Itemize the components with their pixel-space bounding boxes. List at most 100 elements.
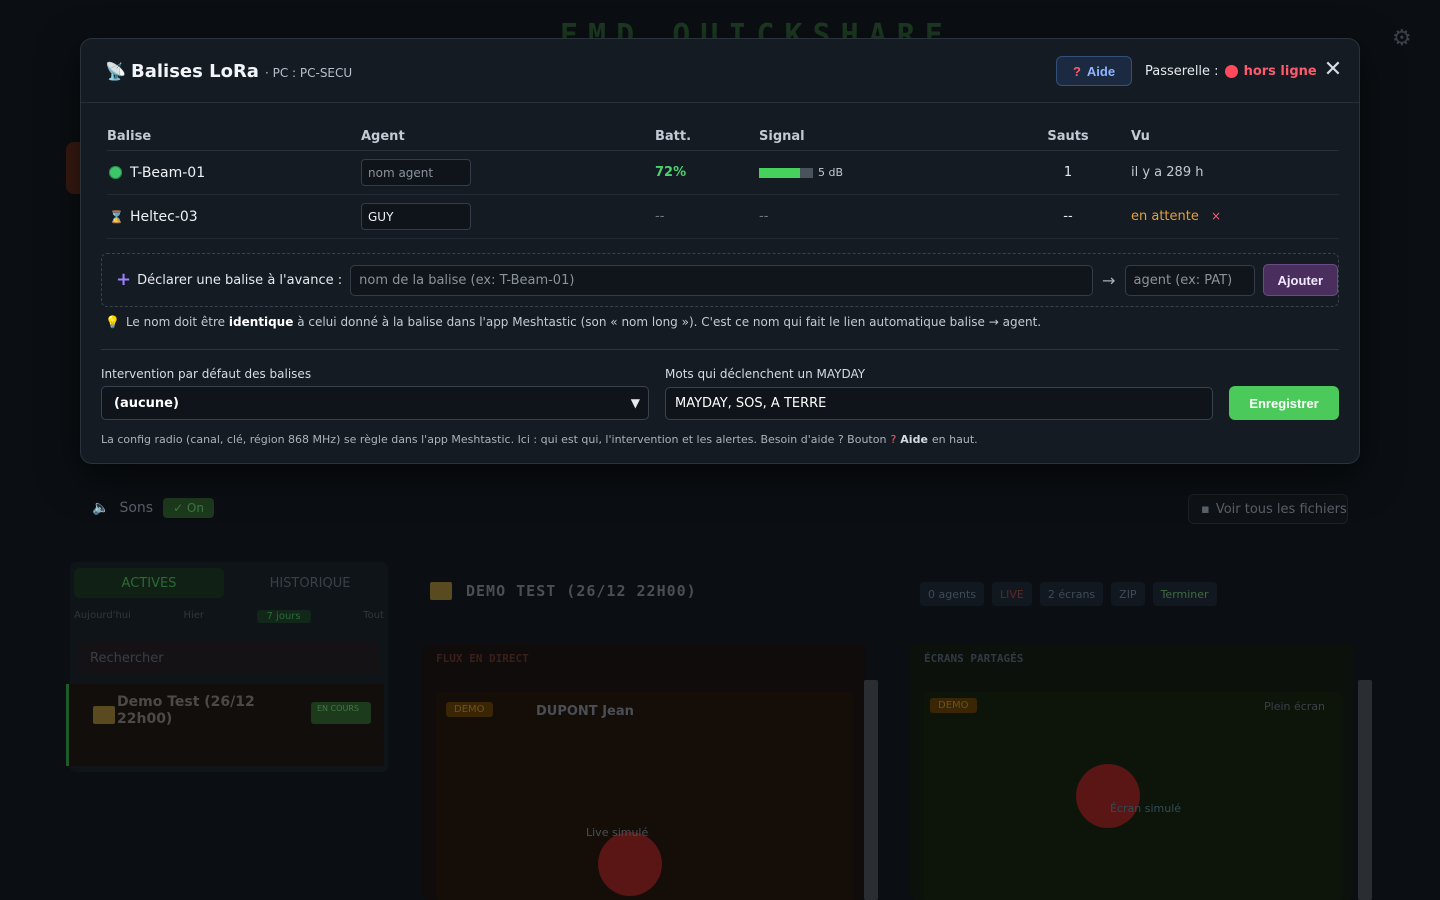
scrollbar[interactable] (1358, 680, 1372, 900)
session-search-input[interactable]: Rechercher (78, 642, 380, 674)
view-all-files-label: Voir tous les fichiers (1215, 501, 1347, 517)
beacons-table: Balise Agent Batt. Signal Sauts Vu T-Bea… (107, 123, 1339, 239)
gateway-label: Passerelle : (1145, 64, 1219, 79)
header-batt: Batt. (655, 129, 692, 144)
config-footnote: La config radio (canal, clé, région 868 … (101, 433, 978, 446)
gateway-status: Passerelle : hors ligne (1145, 64, 1317, 79)
header-signal: Signal (759, 129, 805, 144)
beacon-name: T-Beam-01 (130, 164, 206, 181)
beacon-name-input[interactable] (350, 264, 1093, 296)
footnote-text: La config radio (canal, clé, région 868 … (101, 433, 887, 446)
close-button[interactable]: ✕ (1323, 57, 1343, 83)
view-all-files-button[interactable]: ▪ Voir tous les fichiers (1188, 494, 1348, 524)
modal-title: 📡 Balises LoRa · PC : PC-SECU (105, 61, 352, 82)
table-header: Balise Agent Batt. Signal Sauts Vu (107, 123, 1339, 151)
declare-label-text: Déclarer une balise à l'avance : (137, 272, 343, 288)
last-seen: il y a 289 h (1131, 165, 1204, 180)
default-intervention-select[interactable]: (aucune) ▼ (101, 386, 649, 420)
live-feed-pane: FLUX EN DIRECT DEMO DUPONT Jean Live sim… (422, 644, 866, 900)
session-list-item[interactable]: Demo Test (26/12 22h00) EN COURS (66, 684, 384, 766)
sounds-control: 🔈 Sons ✓ On (92, 498, 214, 518)
folder-icon: ▪ (1201, 501, 1210, 517)
mayday-words-input[interactable] (665, 387, 1213, 420)
session-title: Demo Test (26/12 22h00) (117, 694, 255, 727)
terminate-button[interactable]: Terminer (1152, 582, 1217, 606)
fullscreen-button[interactable]: Plein écran (1264, 700, 1325, 713)
hops-count: 1 (1063, 165, 1073, 180)
offline-dot-icon (1224, 65, 1238, 78)
beacon-agent-input[interactable] (1124, 264, 1255, 296)
gateway-status-text: hors ligne (1243, 64, 1317, 79)
screen-simulated-label: Écran simulé (1110, 802, 1182, 815)
default-intervention-value: (aucune) (114, 395, 179, 411)
hint-text-after: à celui donné à la balise dans l'app Mes… (297, 315, 1042, 329)
filter-today[interactable]: Aujourd'hui (74, 610, 131, 623)
signal-value: 5 dB (818, 166, 844, 179)
shared-screens-header: ÉCRANS PARTAGÉS (924, 652, 1024, 665)
signal-bar (759, 167, 813, 178)
filter-all[interactable]: Tout (363, 610, 384, 623)
sounds-label: Sons (119, 500, 154, 516)
sounds-toggle[interactable]: ✓ On (163, 498, 214, 518)
arrow-right-icon: → (1101, 270, 1116, 290)
footnote-bold: Aide (900, 433, 928, 446)
declare-beacon-form: + Déclarer une balise à l'avance : → Ajo… (101, 253, 1339, 307)
default-intervention-label: Intervention par défaut des balises (101, 367, 312, 381)
header-agent: Agent (361, 129, 405, 144)
agent-input[interactable] (361, 203, 471, 230)
hint-text-before: Le nom doit être (125, 315, 226, 329)
plus-icon: + (116, 269, 132, 290)
hint-text-bold: identique (228, 315, 294, 329)
chip-live: LIVE (992, 582, 1032, 606)
settings-gear-icon[interactable]: ⚙ (1392, 28, 1414, 50)
last-seen: en attente (1131, 209, 1199, 224)
record-indicator (598, 832, 662, 896)
chip-screens: 2 écrans (1039, 582, 1104, 606)
satellite-dish-icon: 📡 (105, 62, 127, 82)
chevron-down-icon: ▼ (630, 396, 640, 410)
mayday-words-label: Mots qui déclenchent un MAYDAY (665, 367, 866, 381)
add-button[interactable]: Ajouter (1262, 264, 1338, 296)
scrollbar[interactable] (864, 680, 878, 900)
help-button[interactable]: ? Aide (1056, 56, 1132, 86)
session-detail-title-text: DEMO TEST (26/12 22H00) (466, 582, 697, 600)
table-row: T-Beam-01 72% 5 dB 1 il y a 289 h (107, 151, 1339, 195)
live-feed-header: FLUX EN DIRECT (436, 652, 529, 665)
tab-historique[interactable]: HISTORIQUE (240, 568, 380, 598)
signal-value: -- (759, 209, 769, 224)
demo-badge: DEMO (446, 702, 493, 717)
filter-yesterday[interactable]: Hier (183, 610, 204, 623)
live-simulated-label: Live simulé (586, 826, 649, 839)
demo-badge: DEMO (930, 698, 977, 713)
lightbulb-icon: 💡 (105, 315, 120, 329)
session-detail: DEMO TEST (26/12 22H00) 0 agents LIVE 2 … (408, 562, 1372, 900)
save-button[interactable]: Enregistrer (1229, 386, 1339, 420)
battery-level: 72% (655, 165, 687, 180)
remove-beacon-button[interactable]: × (1211, 209, 1221, 223)
tab-actives[interactable]: ACTIVES (74, 568, 224, 598)
zip-button[interactable]: ZIP (1111, 582, 1145, 606)
modal-header: 📡 Balises LoRa · PC : PC-SECU ? Aide Pas… (81, 39, 1359, 103)
live-video: DEMO DUPONT Jean Live simulé (436, 692, 854, 900)
speaker-icon: 🔈 (92, 500, 110, 516)
session-detail-title: DEMO TEST (26/12 22H00) (430, 582, 697, 600)
divider (101, 349, 1339, 350)
filter-7days[interactable]: 7 jours (256, 610, 311, 623)
signal-bar-fill (759, 167, 800, 178)
shared-screen: DEMO Plein écran Écran simulé (924, 692, 1342, 900)
agent-name: DUPONT Jean (536, 704, 634, 719)
declare-label: + Déclarer une balise à l'avance : (116, 271, 342, 289)
agent-input[interactable] (361, 159, 471, 186)
header-vu: Vu (1131, 129, 1150, 144)
hourglass-icon: ⌛ (109, 209, 124, 224)
battery-level: -- (655, 209, 665, 224)
table-row: ⌛ Heltec-03 -- -- -- en attente × (107, 195, 1339, 239)
naming-hint: 💡 Le nom doit être identique à celui don… (105, 315, 1041, 329)
online-dot-icon (109, 166, 122, 179)
header-sauts: Sauts (1047, 129, 1089, 144)
modal-title-text: Balises LoRa (131, 61, 259, 82)
question-icon: ? (890, 433, 897, 446)
folder-icon (93, 706, 115, 724)
footnote-after: en haut. (931, 433, 978, 446)
date-filters: Aujourd'hui Hier 7 jours Tout (74, 610, 384, 623)
